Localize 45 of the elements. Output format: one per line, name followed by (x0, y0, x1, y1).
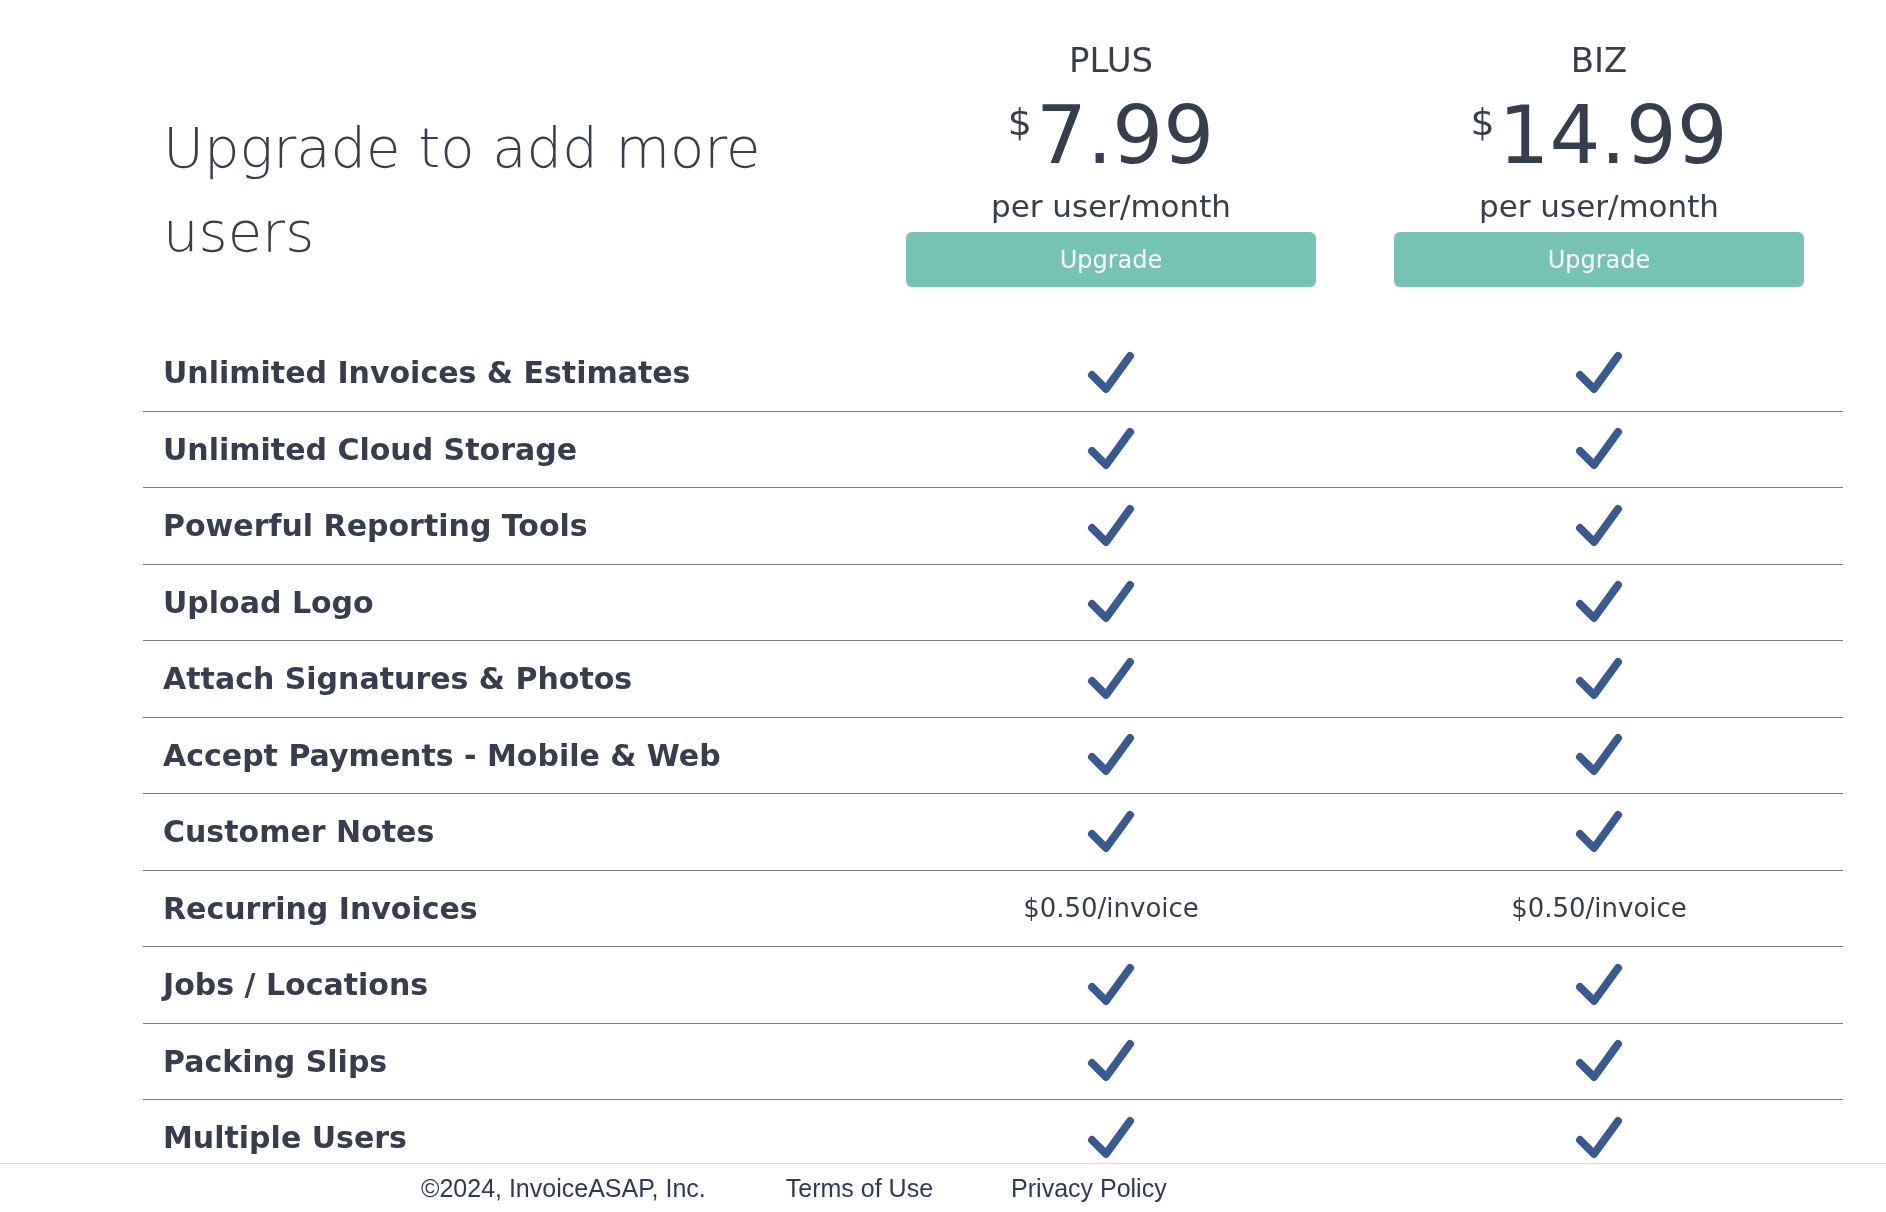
page-title: Upgrade to add more users (163, 114, 762, 266)
feature-label: Packing Slips (162, 1043, 388, 1079)
feature-label: Unlimited Invoices & Estimates (162, 355, 691, 391)
feature-label: Unlimited Cloud Storage (162, 431, 578, 467)
currency-symbol: $ (1470, 100, 1495, 144)
feature-label: Attach Signatures & Photos (162, 661, 633, 697)
plan-price: 14.99 (1498, 90, 1728, 182)
cell-text: $0.50/invoice (1511, 893, 1687, 924)
feature-label: Recurring Invoices (162, 890, 478, 926)
checkmark-icon (1087, 1039, 1135, 1084)
price-period: per user/month (1479, 187, 1719, 226)
feature-label: Powerful Reporting Tools (162, 508, 588, 544)
checkmark-icon (1087, 503, 1135, 548)
checkmark-icon (1575, 503, 1623, 548)
feature-label: Accept Payments - Mobile & Web (162, 737, 721, 773)
plan-price: 7.99 (1036, 90, 1215, 182)
checkmark-icon (1575, 1039, 1623, 1084)
currency-symbol: $ (1007, 100, 1033, 144)
checkmark-icon (1575, 809, 1623, 854)
checkmark-icon (1575, 427, 1623, 472)
feature-label: Multiple Users (162, 1120, 407, 1156)
checkmark-icon (1575, 733, 1623, 778)
feature-label: Upload Logo (162, 584, 374, 620)
checkmark-icon (1087, 580, 1135, 625)
checkmark-icon (1087, 656, 1135, 701)
footer-link[interactable]: Privacy Policy (1011, 1173, 1167, 1203)
feature-label: Customer Notes (162, 814, 435, 850)
checkmark-icon (1087, 962, 1135, 1007)
checkmark-icon (1087, 809, 1135, 854)
checkmark-icon (1575, 1115, 1623, 1160)
checkmark-icon (1087, 427, 1135, 472)
checkmark-icon (1575, 350, 1623, 395)
plan-name: PLUS (1068, 39, 1154, 82)
checkmark-icon (1087, 1115, 1135, 1160)
plan-name: BIZ (1570, 39, 1628, 82)
cell-text: $0.50/invoice (1023, 893, 1199, 924)
copyright-text: ©2024, InvoiceASAP, Inc. (421, 1173, 706, 1203)
price-period: per user/month (991, 187, 1231, 226)
footer-link[interactable]: Terms of Use (785, 1173, 934, 1203)
checkmark-icon (1575, 962, 1623, 1007)
checkmark-icon (1575, 656, 1623, 701)
checkmark-icon (1087, 350, 1135, 395)
checkmark-icon (1575, 580, 1623, 625)
feature-label: Jobs / Locations (160, 967, 429, 1003)
checkmark-icon (1087, 733, 1135, 778)
